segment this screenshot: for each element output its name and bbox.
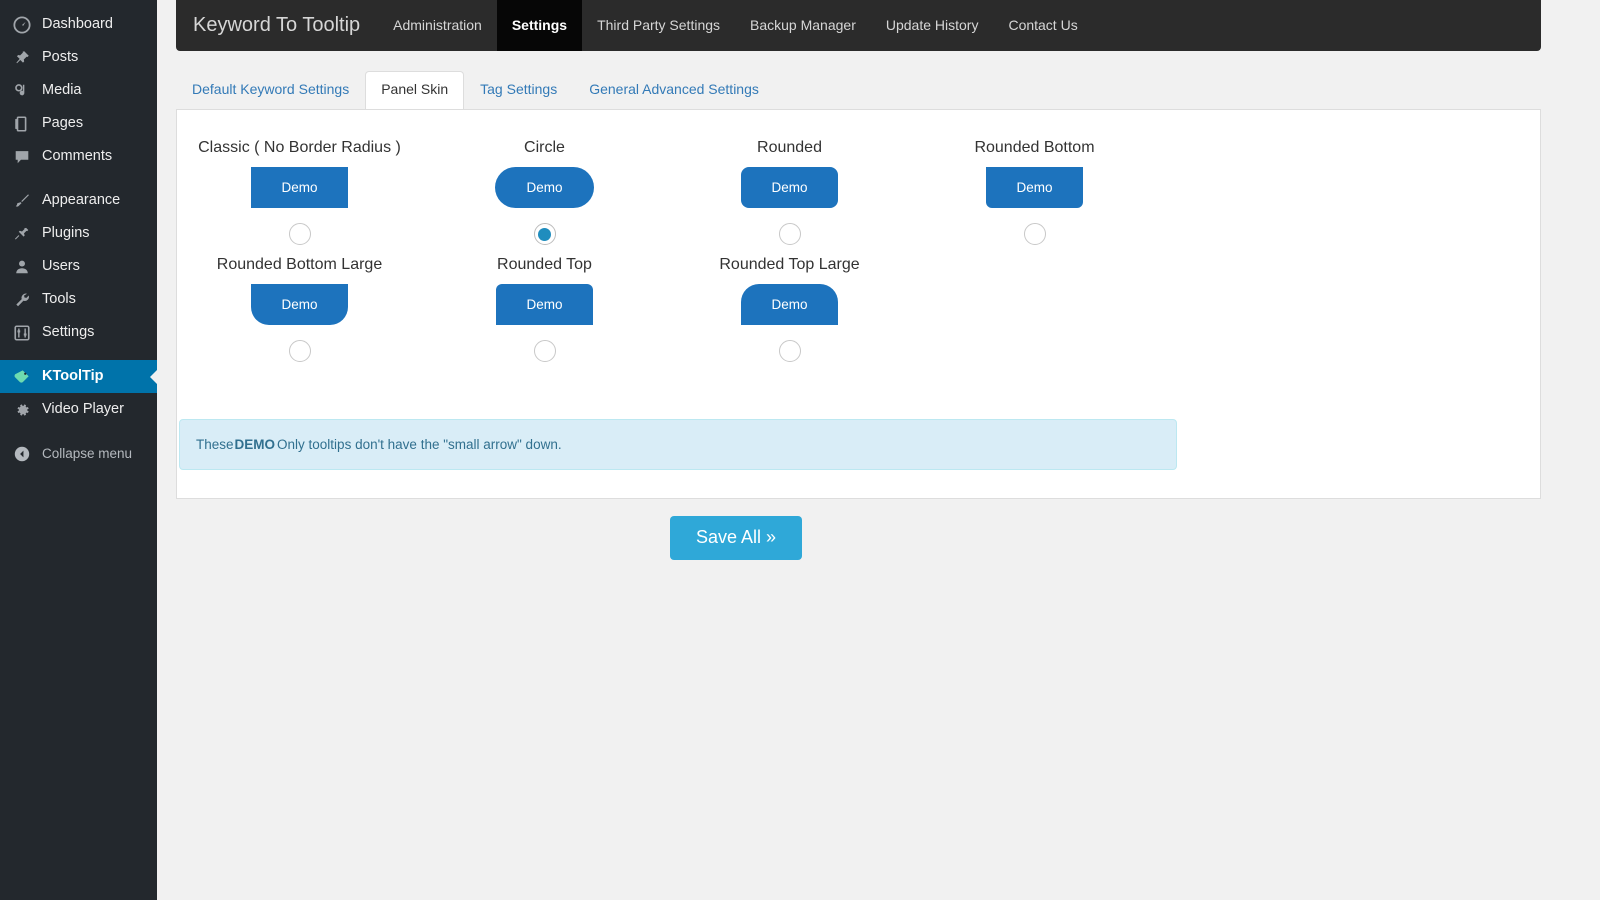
sidebar-item-appearance[interactable]: Appearance (0, 184, 157, 217)
skin-title: Rounded Top Large (719, 256, 860, 274)
demo-tooltip-button[interactable]: Demo (986, 167, 1083, 209)
sidebar-item-label: Appearance (42, 192, 121, 209)
skin-option-rounded-top: Rounded Top Demo (422, 245, 667, 363)
sidebar-item-label: Video Player (42, 401, 124, 418)
sidebar-item-label: Tools (42, 291, 76, 308)
plug-icon (11, 224, 33, 244)
skin-option-circle: Circle Demo (422, 128, 667, 246)
sidebar-item-label: Dashboard (42, 16, 113, 33)
skin-option-classic-no-border-radius: Classic ( No Border Radius ) Demo (177, 128, 422, 246)
sidebar-item-comments[interactable]: Comments (0, 140, 157, 173)
comment-icon (11, 147, 33, 167)
admin-sidebar: Dashboard Posts Media Pages Comments Appearan… (0, 0, 158, 900)
tab-general-advanced-settings[interactable]: General Advanced Settings (573, 71, 775, 110)
notice-suffix: Only tooltips don't have the "small arro… (277, 437, 562, 452)
demo-tooltip-button[interactable]: Demo (496, 284, 593, 326)
skin-radio[interactable] (288, 223, 311, 246)
screen: Dashboard Posts Media Pages Comments Appearan… (0, 0, 1600, 900)
sliders-icon (11, 323, 33, 343)
sidebar-item-label: Settings (42, 324, 95, 341)
tab-panel-skin[interactable]: Panel Skin (365, 71, 465, 110)
collapse-menu-button[interactable]: Collapse menu (0, 437, 157, 470)
sidebar-item-users[interactable]: Users (0, 250, 157, 283)
menu-separator (0, 349, 157, 360)
save-row: Save All » (176, 516, 1296, 560)
demo-tooltip-button[interactable]: Demo (251, 284, 348, 326)
sidebar-item-label: Comments (42, 148, 113, 165)
panel-skin-panel: Classic ( No Border Radius ) Demo Circle De… (176, 109, 1541, 499)
wrench-icon (11, 290, 33, 310)
tag-icon (11, 367, 33, 387)
skin-option-rounded-bottom-large: Rounded Bottom Large Demo (177, 245, 422, 363)
dashboard-icon (11, 15, 33, 35)
skin-title: Circle (524, 139, 565, 156)
settings-tabs: Default Keyword Settings Panel Skin Tag Se… (176, 71, 1541, 110)
skin-option-rounded: Rounded Demo (667, 128, 912, 246)
media-icon (11, 81, 33, 101)
skin-radio[interactable] (1023, 223, 1046, 246)
demo-tooltip-button[interactable]: Demo (251, 167, 348, 209)
sidebar-item-settings[interactable]: Settings (0, 316, 157, 349)
sidebar-item-pages[interactable]: Pages (0, 107, 157, 140)
demo-tooltip-button[interactable]: Demo (495, 167, 594, 209)
navbar-link-contact-us[interactable]: Contact Us (993, 0, 1092, 51)
demo-tooltip-button[interactable]: Demo (741, 167, 838, 209)
tab-tag-settings[interactable]: Tag Settings (464, 71, 573, 110)
skin-radio[interactable] (533, 340, 556, 363)
skin-radio[interactable] (533, 223, 556, 246)
sidebar-item-plugins[interactable]: Plugins (0, 217, 157, 250)
sidebar-item-label: Media (42, 82, 82, 99)
skin-radio[interactable] (288, 340, 311, 363)
skin-title: Rounded (757, 139, 822, 156)
collapse-menu-label: Collapse menu (42, 445, 133, 461)
sidebar-item-label: KToolTip (42, 368, 104, 385)
gear-icon (11, 400, 33, 420)
skin-title: Rounded Bottom (974, 139, 1095, 156)
sidebar-item-label: Pages (42, 115, 84, 132)
skin-radio[interactable] (778, 340, 801, 363)
plugin-navbar: Keyword To Tooltip Administration Setting… (176, 0, 1541, 51)
skin-row: Rounded Bottom Large Demo Rounded Top Demo R… (177, 245, 1540, 363)
notice-prefix: These (196, 437, 234, 452)
collapse-arrow-icon (11, 444, 33, 464)
main-wrap: Keyword To Tooltip Administration Setting… (157, 0, 1600, 900)
demo-notice: These DEMO Only tooltips don't have the … (179, 419, 1177, 470)
sidebar-item-label: Users (42, 258, 80, 275)
skin-radio[interactable] (778, 223, 801, 246)
sidebar-item-label: Posts (42, 49, 79, 66)
skin-row: Classic ( No Border Radius ) Demo Circle De… (177, 128, 1540, 246)
navbar-links: Administration Settings Third Party Settin… (378, 0, 1093, 51)
pin-icon (11, 48, 33, 68)
sidebar-item-media[interactable]: Media (0, 74, 157, 107)
sidebar-item-dashboard[interactable]: Dashboard (0, 8, 157, 41)
skin-title: Rounded Top (497, 256, 592, 274)
notice-strong: DEMO (234, 437, 276, 452)
navbar-link-backup-manager[interactable]: Backup Manager (735, 0, 871, 51)
menu-separator (0, 173, 157, 184)
skin-option-rounded-bottom: Rounded Bottom Demo (912, 128, 1157, 246)
skin-grid: Classic ( No Border Radius ) Demo Circle De… (177, 110, 1540, 363)
skin-title: Classic ( No Border Radius ) (198, 139, 401, 156)
user-icon (11, 257, 33, 277)
sidebar-item-posts[interactable]: Posts (0, 41, 157, 74)
save-all-button[interactable]: Save All » (669, 516, 803, 560)
demo-tooltip-button[interactable]: Demo (741, 284, 838, 326)
brush-icon (11, 191, 33, 211)
navbar-link-update-history[interactable]: Update History (871, 0, 994, 51)
tab-default-keyword-settings[interactable]: Default Keyword Settings (176, 71, 365, 110)
navbar-link-administration[interactable]: Administration (378, 0, 497, 51)
sidebar-item-tools[interactable]: Tools (0, 283, 157, 316)
navbar-link-settings[interactable]: Settings (496, 0, 583, 51)
sidebar-item-video-player[interactable]: Video Player (0, 393, 157, 426)
skin-title: Rounded Bottom Large (216, 256, 383, 274)
pages-icon (11, 114, 33, 134)
sidebar-item-ktooltip[interactable]: KToolTip (0, 360, 158, 393)
skin-option-rounded-top-large: Rounded Top Large Demo (667, 245, 912, 363)
navbar-link-third-party-settings[interactable]: Third Party Settings (582, 0, 735, 51)
menu-separator (0, 426, 157, 437)
sidebar-item-label: Plugins (42, 225, 90, 242)
plugin-brand[interactable]: Keyword To Tooltip (176, 0, 378, 51)
